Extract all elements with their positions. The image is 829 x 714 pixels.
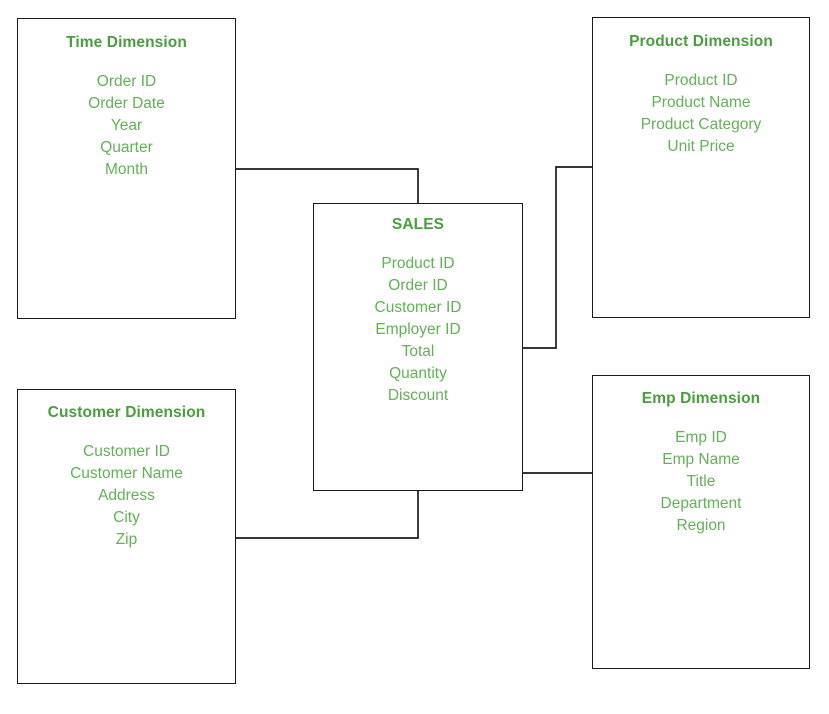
entity-fields-time: Order ID Order Date Year Quarter Month: [18, 71, 235, 181]
field-item: Product ID: [381, 254, 455, 272]
entity-box-emp[interactable]: Emp Dimension Emp ID Emp Name Title Depa…: [592, 375, 810, 669]
entity-box-product[interactable]: Product Dimension Product ID Product Nam…: [592, 17, 810, 318]
field-item: Customer ID: [83, 442, 170, 460]
field-item: Emp Name: [662, 450, 740, 468]
field-item: Department: [660, 494, 742, 512]
field-item: Emp ID: [675, 428, 727, 446]
field-item: Quarter: [100, 138, 153, 156]
field-item: Order ID: [388, 276, 448, 294]
entity-title-sales: SALES: [391, 216, 445, 233]
field-item: Total: [401, 342, 435, 360]
field-item: Unit Price: [667, 137, 735, 155]
connector-time-sales: [236, 168, 419, 203]
entity-title-time: Time Dimension: [66, 34, 187, 51]
star-schema-diagram: Time Dimension Order ID Order Date Year …: [0, 0, 829, 714]
entity-fields-emp: Emp ID Emp Name Title Department Region: [593, 427, 809, 537]
entity-box-time[interactable]: Time Dimension Order ID Order Date Year …: [17, 18, 236, 319]
entity-title-emp: Emp Dimension: [641, 390, 761, 407]
field-item: Month: [104, 160, 149, 178]
field-item: Discount: [387, 386, 449, 404]
field-item: Product Category: [640, 115, 762, 133]
entity-title-customer: Customer Dimension: [47, 404, 206, 421]
field-item: Customer ID: [374, 298, 462, 316]
field-item: Title: [686, 472, 716, 490]
entity-fields-sales: Product ID Order ID Customer ID Employer…: [314, 253, 522, 407]
field-item: Product ID: [664, 71, 738, 89]
field-item: Zip: [115, 530, 138, 548]
field-item: Order Date: [88, 94, 165, 112]
entity-title-product: Product Dimension: [629, 33, 773, 50]
connector-product-sales: [523, 166, 592, 349]
field-item: Product Name: [651, 93, 751, 111]
entity-fields-product: Product ID Product Name Product Category…: [593, 70, 809, 158]
entity-box-sales[interactable]: SALES Product ID Order ID Customer ID Em…: [313, 203, 523, 491]
connector-customer-sales: [236, 491, 419, 539]
field-item: Employer ID: [375, 320, 461, 338]
field-item: Quantity: [389, 364, 447, 382]
field-item: Year: [110, 116, 143, 134]
entity-box-customer[interactable]: Customer Dimension Customer ID Customer …: [17, 389, 236, 684]
entity-fields-customer: Customer ID Customer Name Address City Z…: [18, 441, 235, 551]
field-item: City: [113, 508, 140, 526]
field-item: Customer Name: [70, 464, 183, 482]
field-item: Region: [676, 516, 726, 534]
field-item: Order ID: [96, 72, 157, 90]
field-item: Address: [98, 486, 155, 504]
